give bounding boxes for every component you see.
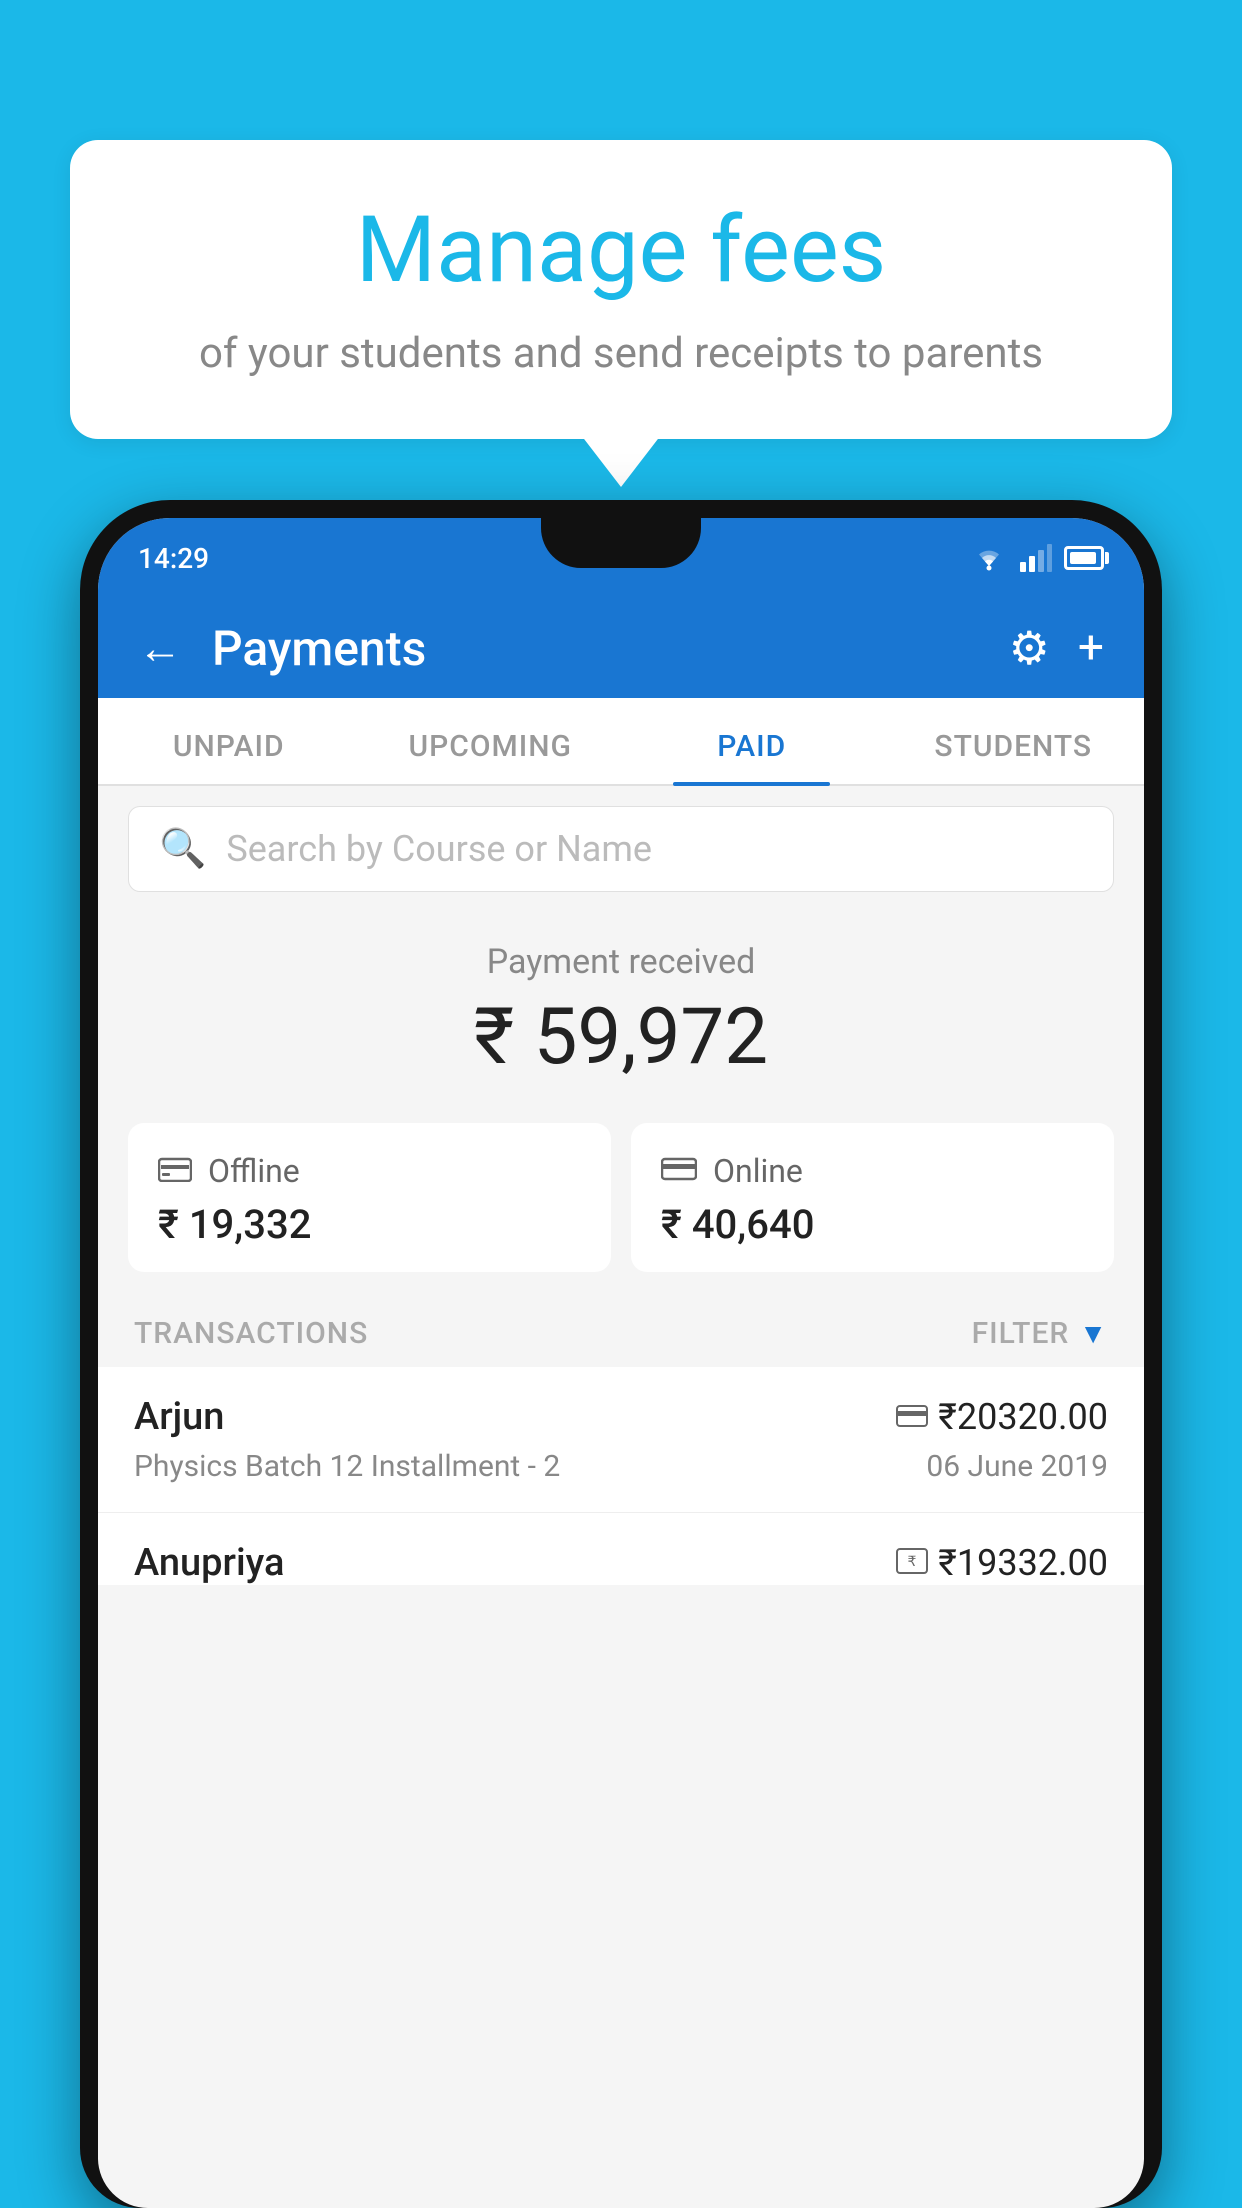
battery-icon [1064,546,1104,570]
transaction-row[interactable]: Anupriya ₹ ₹19332.00 [98,1513,1144,1585]
card-payment-icon [896,1398,928,1436]
speech-bubble-container: Manage fees of your students and send re… [70,140,1172,439]
payment-cards: Offline ₹ 19,332 Online ₹ 40,640 [98,1107,1144,1296]
payment-total-amount: ₹ 59,972 [128,992,1114,1083]
status-icons [970,544,1104,572]
speech-bubble: Manage fees of your students and send re… [70,140,1172,439]
cash-payment-icon: ₹ [896,1544,928,1582]
status-bar: 14:29 [98,518,1144,598]
payment-received-label: Payment received [128,942,1114,982]
status-time: 14:29 [138,542,209,575]
transaction-top: Anupriya ₹ ₹19332.00 [134,1541,1108,1585]
filter-button[interactable]: FILTER ▼ [972,1316,1108,1351]
transaction-amount: ₹ ₹19332.00 [896,1542,1108,1584]
search-icon: 🔍 [159,827,206,871]
transaction-row[interactable]: Arjun ₹20320.00 Physics Batch 12 Install… [98,1367,1144,1513]
transactions-header: TRANSACTIONS FILTER ▼ [98,1296,1144,1367]
transaction-name: Anupriya [134,1541,284,1585]
transactions-label: TRANSACTIONS [134,1316,368,1351]
phone-frame: 14:29 [80,500,1162,2208]
offline-label: Offline [208,1152,300,1190]
online-card-header: Online [661,1151,1084,1191]
offline-payment-card: Offline ₹ 19,332 [128,1123,611,1272]
payment-summary: Payment received ₹ 59,972 [98,912,1144,1107]
wifi-icon [970,544,1008,572]
app-title: Payments [212,620,979,677]
offline-amount: ₹ 19,332 [158,1201,581,1248]
transaction-list: Arjun ₹20320.00 Physics Batch 12 Install… [98,1367,1144,1585]
add-button[interactable]: + [1078,621,1104,675]
app-header: ← Payments ⚙ + [98,598,1144,698]
transaction-name: Arjun [134,1395,224,1439]
transaction-date: 06 June 2019 [926,1449,1108,1484]
tab-paid[interactable]: PAID [621,729,883,784]
bubble-subtitle: of your students and send receipts to pa… [150,325,1092,384]
search-container: 🔍 Search by Course or Name [98,786,1144,912]
search-input[interactable]: Search by Course or Name [226,828,652,870]
signal-icon [1020,544,1052,572]
tab-upcoming[interactable]: UPCOMING [360,729,622,784]
tab-bar: UNPAID UPCOMING PAID STUDENTS [98,698,1144,786]
header-actions: ⚙ + [1009,621,1104,676]
phone-screen: 14:29 [98,518,1144,2208]
tab-students[interactable]: STUDENTS [883,729,1145,784]
tab-unpaid[interactable]: UNPAID [98,729,360,784]
filter-icon: ▼ [1079,1317,1108,1350]
offline-icon [158,1151,192,1191]
svg-text:₹: ₹ [908,1553,917,1569]
bubble-title: Manage fees [150,200,1092,301]
back-button[interactable]: ← [138,622,182,674]
transaction-amount: ₹20320.00 [896,1396,1108,1438]
online-amount: ₹ 40,640 [661,1201,1084,1248]
transaction-top: Arjun ₹20320.00 [134,1395,1108,1439]
transaction-course: Physics Batch 12 Installment - 2 [134,1449,560,1484]
online-label: Online [713,1152,803,1190]
offline-card-header: Offline [158,1151,581,1191]
online-icon [661,1151,697,1191]
settings-icon[interactable]: ⚙ [1009,621,1050,676]
search-bar[interactable]: 🔍 Search by Course or Name [128,806,1114,892]
transaction-bottom: Physics Batch 12 Installment - 2 06 June… [134,1449,1108,1484]
online-payment-card: Online ₹ 40,640 [631,1123,1114,1272]
